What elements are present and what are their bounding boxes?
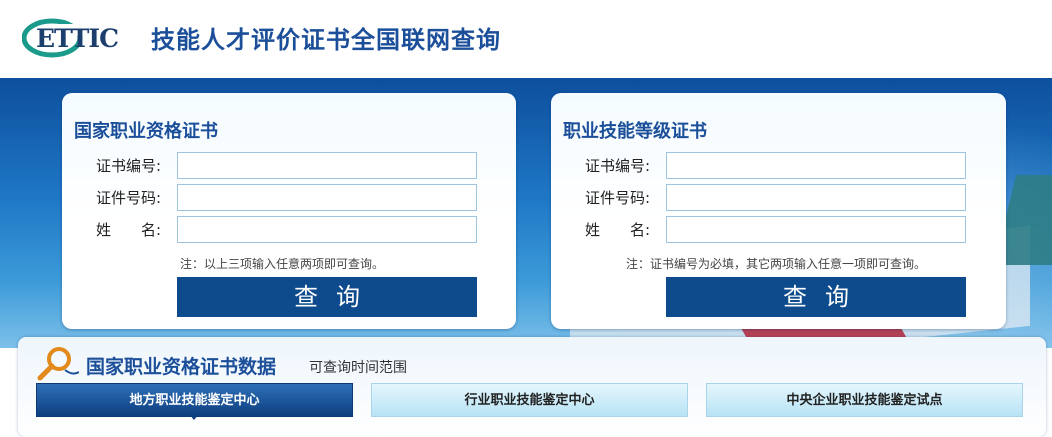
tab-local-center[interactable]: 地方职业技能鉴定中心 — [36, 383, 353, 417]
ettic-logo: ETTIC — [22, 18, 119, 58]
query-note: 注：以上三项输入任意两项即可查询。 — [180, 257, 385, 271]
active-tab-indicator-icon — [189, 414, 199, 420]
card-title: 职业技能等级证书 — [563, 121, 707, 142]
certificate-number-label: 证书编号: — [96, 157, 162, 175]
site-header: ETTIC 技能人才评价证书全国联网查询 — [0, 0, 1052, 78]
panel-title: 国家职业资格证书数据 — [86, 356, 277, 378]
name-input[interactable] — [177, 216, 477, 243]
query-button[interactable]: 查询 — [666, 277, 966, 317]
skill-level-card: 职业技能等级证书 证书编号: 证件号码: 姓 名: 注：证书编号为必填，其它两项… — [551, 93, 1006, 329]
query-button[interactable]: 查询 — [177, 277, 477, 317]
svg-text:ETTIC: ETTIC — [36, 24, 118, 53]
id-number-input[interactable] — [177, 184, 477, 211]
name-input[interactable] — [666, 216, 966, 243]
site-title: 技能人才评价证书全国联网查询 — [151, 26, 501, 54]
id-number-label: 证件号码: — [96, 189, 162, 207]
certificate-number-input[interactable] — [666, 152, 966, 179]
magnifier-icon — [37, 347, 79, 381]
id-number-label: 证件号码: — [585, 189, 651, 207]
tab-industry-center[interactable]: 行业职业技能鉴定中心 — [371, 383, 688, 417]
certificate-number-input[interactable] — [177, 152, 477, 179]
card-title: 国家职业资格证书 — [74, 121, 218, 142]
certificate-number-label: 证书编号: — [585, 157, 651, 175]
name-label: 姓 名: — [585, 221, 651, 239]
panel-subtitle: 可查询时间范围 — [309, 360, 407, 376]
tab-central-enterprise[interactable]: 中央企业职业技能鉴定试点 — [706, 383, 1023, 417]
national-qualification-card: 国家职业资格证书 证书编号: 证件号码: 姓 名: 注：以上三项输入任意两项即可… — [62, 93, 516, 329]
id-number-input[interactable] — [666, 184, 966, 211]
name-label: 姓 名: — [96, 221, 162, 239]
query-note: 注：证书编号为必填，其它两项输入任意一项即可查询。 — [626, 257, 927, 271]
